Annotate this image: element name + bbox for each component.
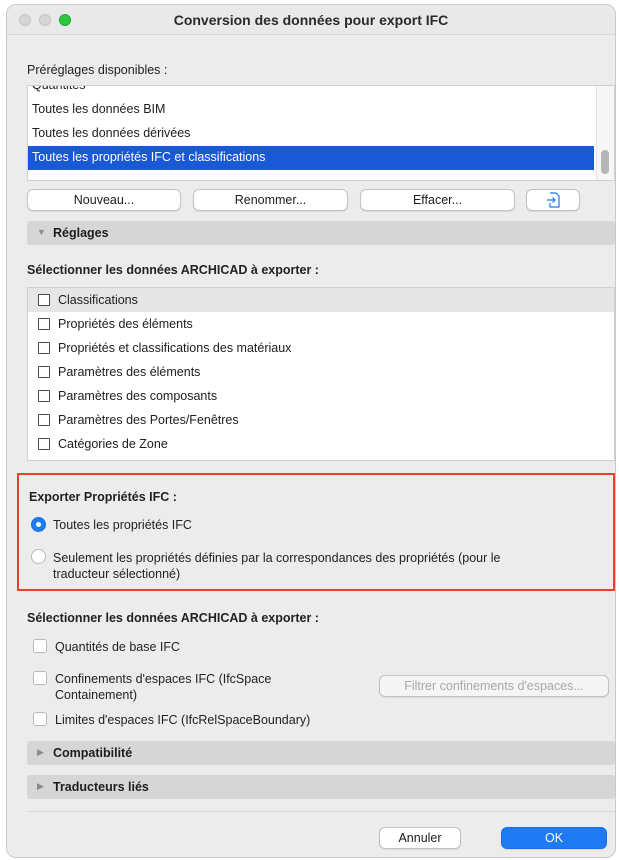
import-preset-button[interactable]	[526, 189, 580, 211]
space-containment-label-line1: Confinements d'espaces IFC (IfcSpace	[55, 672, 272, 686]
list-item-label: Classifications	[58, 293, 138, 307]
delete-preset-button[interactable]: Effacer...	[360, 189, 515, 211]
compatibility-section-title: Compatibilité	[53, 746, 133, 760]
preset-item[interactable]: Toutes les données BIM	[28, 98, 594, 122]
presets-scroll-thumb[interactable]	[601, 150, 609, 174]
space-containment-checkbox[interactable]	[33, 671, 47, 685]
space-boundaries-checkbox[interactable]	[33, 712, 47, 726]
disclosure-down-icon: ▼	[37, 227, 46, 237]
archicad-export-label: Sélectionner les données ARCHICAD à expo…	[27, 611, 319, 625]
checkbox[interactable]	[38, 414, 50, 426]
checkbox[interactable]	[38, 438, 50, 450]
list-item[interactable]: Propriétés des éléments	[28, 312, 614, 336]
mapped-properties-radio[interactable]	[31, 549, 46, 564]
list-item-label: Propriétés et classifications des matéri…	[58, 341, 292, 355]
archicad-data-list[interactable]: Classifications Propriétés des éléments …	[27, 287, 615, 461]
settings-section-header[interactable]: ▼ Réglages	[27, 221, 615, 245]
archicad-data-label: Sélectionner les données ARCHICAD à expo…	[27, 263, 319, 277]
rename-preset-button[interactable]: Renommer...	[193, 189, 348, 211]
presets-list[interactable]: Quantités Toutes les données BIM Toutes …	[27, 85, 615, 181]
window-title: Conversion des données pour export IFC	[173, 12, 449, 28]
settings-section-title: Réglages	[53, 226, 109, 240]
checkbox[interactable]	[38, 390, 50, 402]
list-item-label: Paramètres des composants	[58, 389, 218, 403]
footer-divider	[27, 811, 615, 812]
list-item[interactable]: Paramètres des éléments	[28, 360, 614, 384]
base-quantities-label: Quantités de base IFC	[55, 640, 181, 654]
disclosure-right-icon: ▶	[37, 781, 44, 791]
presets-scrollbar[interactable]	[596, 86, 614, 180]
title-bar: Conversion des données pour export IFC	[7, 5, 615, 35]
translators-section-title: Traducteurs liés	[53, 780, 149, 794]
base-quantities-checkbox[interactable]	[33, 639, 47, 653]
list-item[interactable]: Catégories de Zone	[28, 432, 614, 456]
translators-section-header[interactable]: ▶ Traducteurs liés	[27, 775, 615, 799]
import-document-icon	[546, 192, 560, 211]
list-item[interactable]: Paramètres des Portes/Fenêtres	[28, 408, 614, 432]
preset-item[interactable]: Toutes les données dérivées	[28, 122, 594, 146]
space-boundaries-label: Limites d'espaces IFC (IfcRelSpaceBounda…	[55, 713, 311, 727]
list-item-label: Paramètres des Portes/Fenêtres	[58, 413, 239, 427]
list-item[interactable]: Paramètres des composants	[28, 384, 614, 408]
preset-item-selected[interactable]: Toutes les propriétés IFC et classificat…	[28, 146, 594, 170]
list-item-label: Catégories de Zone	[58, 437, 168, 451]
presets-label: Préréglages disponibles :	[27, 63, 168, 77]
all-ifc-properties-label: Toutes les propriétés IFC	[53, 518, 192, 532]
mapped-properties-label-line1: Seulement les propriétés définies par la…	[53, 551, 501, 565]
checkbox[interactable]	[38, 318, 50, 330]
list-item-label: Propriétés des éléments	[58, 317, 193, 331]
disclosure-right-icon: ▶	[37, 747, 44, 757]
list-item[interactable]: Classifications	[28, 288, 614, 312]
checkbox[interactable]	[38, 294, 50, 306]
preset-item[interactable]: Quantités	[28, 86, 594, 98]
mapped-properties-label-line2: traducteur sélectionné)	[53, 567, 181, 581]
checkbox[interactable]	[38, 342, 50, 354]
list-item[interactable]: Propriétés et classifications des matéri…	[28, 336, 614, 360]
checkbox[interactable]	[38, 366, 50, 378]
new-preset-button[interactable]: Nouveau...	[27, 189, 181, 211]
filter-containment-button[interactable]: Filtrer confinements d'espaces...	[379, 675, 609, 697]
space-containment-label-line2: Containement)	[55, 688, 137, 702]
compatibility-section-header[interactable]: ▶ Compatibilité	[27, 741, 615, 765]
all-ifc-properties-radio[interactable]	[31, 517, 46, 532]
ifc-properties-title: Exporter Propriétés IFC :	[29, 490, 177, 504]
dialog-window: Conversion des données pour export IFC P…	[6, 4, 616, 858]
ok-button[interactable]: OK	[501, 827, 607, 849]
cancel-button[interactable]: Annuler	[379, 827, 461, 849]
list-item-label: Paramètres des éléments	[58, 365, 201, 379]
